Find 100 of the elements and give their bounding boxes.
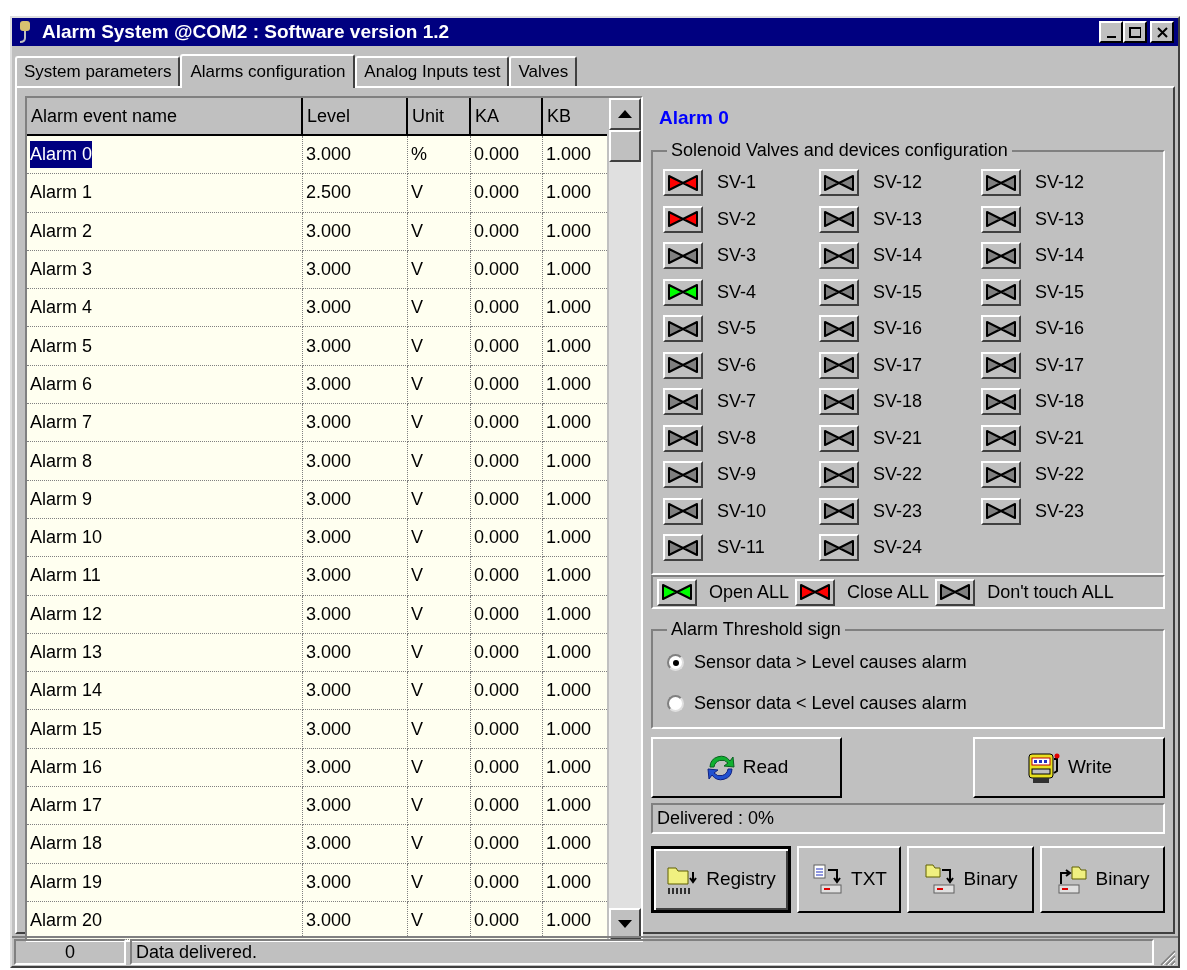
radio-label: Sensor data > Level causes alarm xyxy=(694,651,967,674)
table-cell-text: Alarm 7 xyxy=(30,411,92,435)
table-cell-text: V xyxy=(411,679,423,703)
file-button[interactable]: Binary xyxy=(907,846,1034,913)
valve-button[interactable] xyxy=(819,278,859,306)
table-cell-text: 1.000 xyxy=(546,641,592,664)
table-cell-text: V xyxy=(411,372,423,396)
table-cell-text: 3.000 xyxy=(306,755,352,779)
table-cell-text: 1.000 xyxy=(546,411,592,435)
valve-button[interactable] xyxy=(819,497,859,525)
valve-label: SV-23 xyxy=(873,499,923,523)
valve-button[interactable] xyxy=(663,278,703,306)
table-cell-text: Alarm 3 xyxy=(30,258,92,282)
tab[interactable]: Analog Inputs test xyxy=(355,56,510,86)
table-cell-text: 0.000 xyxy=(474,219,520,243)
table-cell-text: 3.000 xyxy=(306,296,352,320)
minimize-icon xyxy=(1106,36,1116,38)
valve-button[interactable] xyxy=(663,351,703,379)
table-cell-text: 0.000 xyxy=(474,449,520,473)
valve-button[interactable] xyxy=(819,424,859,452)
valve-button[interactable] xyxy=(981,205,1021,233)
valve-button[interactable] xyxy=(981,351,1021,379)
column-header[interactable]: KA xyxy=(471,98,543,136)
valve-button[interactable] xyxy=(663,497,703,525)
table-cell-text: Alarm 10 xyxy=(30,526,103,550)
table-cell-text: Alarm 15 xyxy=(30,717,103,741)
table-cell-text: Alarm 5 xyxy=(30,334,92,358)
column-header[interactable]: Alarm event name xyxy=(27,98,303,136)
table-cell-text: V xyxy=(411,755,423,779)
table-cell-text: Alarm 1 xyxy=(30,181,92,205)
window-title: Alarm System @COM2 : Software version 1.2 xyxy=(42,19,451,44)
action-label[interactable]: Open ALL xyxy=(709,578,790,606)
valve-label: SV-9 xyxy=(717,463,757,486)
table-cell-text: 3.000 xyxy=(306,909,352,933)
valve-button[interactable] xyxy=(819,205,859,233)
table-cell-text: 3.000 xyxy=(306,372,352,396)
table-cell-text: V xyxy=(411,564,423,588)
table-cell-text: 1.000 xyxy=(546,679,592,703)
table-cell-text: 3.000 xyxy=(306,487,352,511)
minimize-button[interactable] xyxy=(1099,21,1123,43)
table-cell-text: 3.000 xyxy=(306,870,352,894)
write-button[interactable]: Write xyxy=(973,737,1165,798)
table-cell-text: 1.000 xyxy=(546,258,592,282)
table-cell-text: 1.000 xyxy=(546,296,592,320)
valve-button[interactable] xyxy=(981,424,1021,452)
table-cell-text: 3.000 xyxy=(306,258,352,282)
table-cell: Alarm 0 xyxy=(30,141,92,169)
maximize-button[interactable] xyxy=(1123,21,1147,43)
action-label[interactable]: Close ALL xyxy=(847,578,930,606)
valve-label: SV-12 xyxy=(1035,171,1085,194)
scroll-thumb[interactable] xyxy=(609,130,641,162)
file-button[interactable]: Registry xyxy=(651,846,791,913)
scroll-down-button[interactable] xyxy=(609,908,641,940)
table-cell-text: Alarm 16 xyxy=(30,755,103,779)
scroll-up-button[interactable] xyxy=(609,98,641,130)
valve-label: SV-1 xyxy=(717,171,757,194)
table-cell-text: 1.000 xyxy=(546,181,592,205)
valve-button[interactable] xyxy=(663,424,703,452)
scrollbar[interactable] xyxy=(609,98,641,940)
read-button[interactable]: Read xyxy=(651,737,842,798)
valve-button[interactable] xyxy=(663,205,703,233)
table-cell-text: Alarm 11 xyxy=(30,564,101,588)
valve-label: SV-24 xyxy=(873,536,923,559)
table-cell-text: V xyxy=(411,641,423,664)
table-cell-text: Alarm 19 xyxy=(30,870,103,894)
table-cell-text: V xyxy=(411,487,423,511)
action-label[interactable]: Don't touch ALL xyxy=(987,578,1114,606)
table-cell-text: 3.000 xyxy=(306,334,352,358)
table-cell-text: 3.000 xyxy=(306,602,352,626)
valve-button[interactable] xyxy=(795,578,836,606)
column-header[interactable]: Level xyxy=(303,98,408,136)
valve-label: SV-6 xyxy=(717,353,757,377)
table-cell-text: 1.000 xyxy=(546,755,592,779)
table-cell-text: 0.000 xyxy=(474,334,520,358)
table-cell-text: V xyxy=(411,526,423,550)
table-cell-text: 0.000 xyxy=(474,526,520,550)
tab[interactable]: Valves xyxy=(509,56,578,86)
valve-label: SV-22 xyxy=(1035,463,1085,486)
tab[interactable]: Alarms configuration xyxy=(180,54,356,88)
valve-label: SV-11 xyxy=(717,536,765,559)
valve-button[interactable] xyxy=(657,578,697,606)
radio-button[interactable] xyxy=(667,695,684,712)
table-cell-text: 0.000 xyxy=(474,794,520,818)
file-button[interactable]: Binary xyxy=(1040,846,1165,913)
table-cell-text: 3.000 xyxy=(306,449,352,473)
valve-button[interactable] xyxy=(935,578,976,606)
table-cell-text: Alarm 9 xyxy=(30,487,92,511)
valve-label: SV-18 xyxy=(873,390,923,413)
valve-button[interactable] xyxy=(981,497,1021,525)
table-cell-text: 0.000 xyxy=(474,602,520,626)
valve-button[interactable] xyxy=(981,278,1021,306)
table-cell-text: 3.000 xyxy=(306,679,352,703)
close-button[interactable] xyxy=(1150,21,1174,43)
column-header[interactable]: Unit xyxy=(408,98,471,136)
valve-button[interactable] xyxy=(819,351,859,379)
resize-grip-icon xyxy=(1158,948,1176,966)
radio-button[interactable] xyxy=(667,654,684,671)
file-button[interactable]: TXT xyxy=(797,846,901,913)
valve-label: SV-14 xyxy=(1035,244,1085,267)
valve-label: SV-10 xyxy=(717,499,767,523)
